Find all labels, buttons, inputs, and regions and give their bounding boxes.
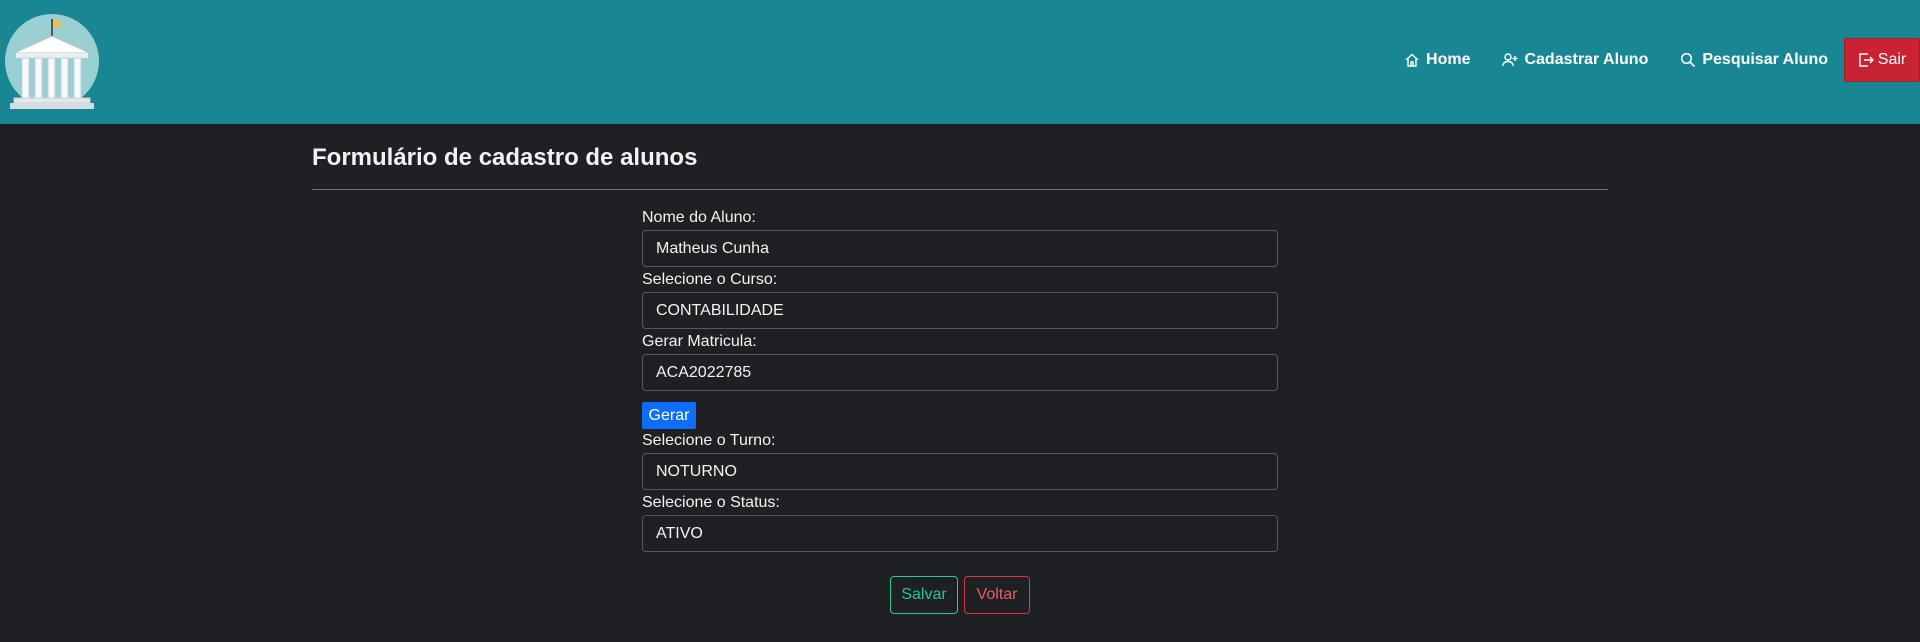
navbar: Home Cadastrar Aluno Pesquisar Aluno Sai… (0, 0, 1920, 124)
form-actions: Salvar Voltar (0, 576, 1920, 614)
logout-icon (1859, 53, 1874, 67)
search-icon (1681, 52, 1696, 68)
matricula-label: Gerar Matricula: (642, 333, 757, 350)
divider (312, 189, 1608, 190)
nome-label: Nome do Aluno: (642, 209, 756, 226)
status-select[interactable]: ATIVO (642, 515, 1278, 552)
nav-pesquisar-aluno[interactable]: Pesquisar Aluno (1680, 51, 1828, 69)
nav-cadastrar-label: Cadastrar Aluno (1524, 51, 1649, 68)
matricula-input[interactable]: ACA2022785 (642, 354, 1278, 391)
logout-label: Sair (1877, 51, 1907, 68)
turno-select[interactable]: NOTURNO (642, 453, 1278, 490)
nome-input[interactable]: Matheus Cunha (642, 230, 1278, 267)
university-logo-icon[interactable] (2, 9, 100, 113)
turno-label: Selecione o Turno: (642, 432, 776, 449)
nav-cadastrar-aluno[interactable]: Cadastrar Aluno (1502, 51, 1648, 69)
logout-button[interactable]: Sair (1844, 38, 1920, 82)
page-title: Formulário de cadastro de alunos (312, 144, 698, 171)
nav-home-label: Home (1426, 51, 1471, 68)
home-icon (1405, 53, 1419, 67)
voltar-button[interactable]: Voltar (964, 576, 1030, 614)
nav-home[interactable]: Home (1404, 51, 1470, 69)
nav-pesquisar-label: Pesquisar Aluno (1702, 51, 1828, 68)
curso-label: Selecione o Curso: (642, 271, 778, 288)
person-plus-icon (1502, 53, 1518, 67)
student-form: Nome do Aluno: Matheus Cunha Selecione o… (642, 206, 1278, 553)
status-label: Selecione o Status: (642, 494, 780, 511)
main-nav: Home Cadastrar Aluno Pesquisar Aluno Sai… (1404, 38, 1920, 82)
salvar-button[interactable]: Salvar (890, 576, 958, 614)
curso-select[interactable]: CONTABILIDADE (642, 292, 1278, 329)
gerar-button[interactable]: Gerar (642, 402, 696, 429)
